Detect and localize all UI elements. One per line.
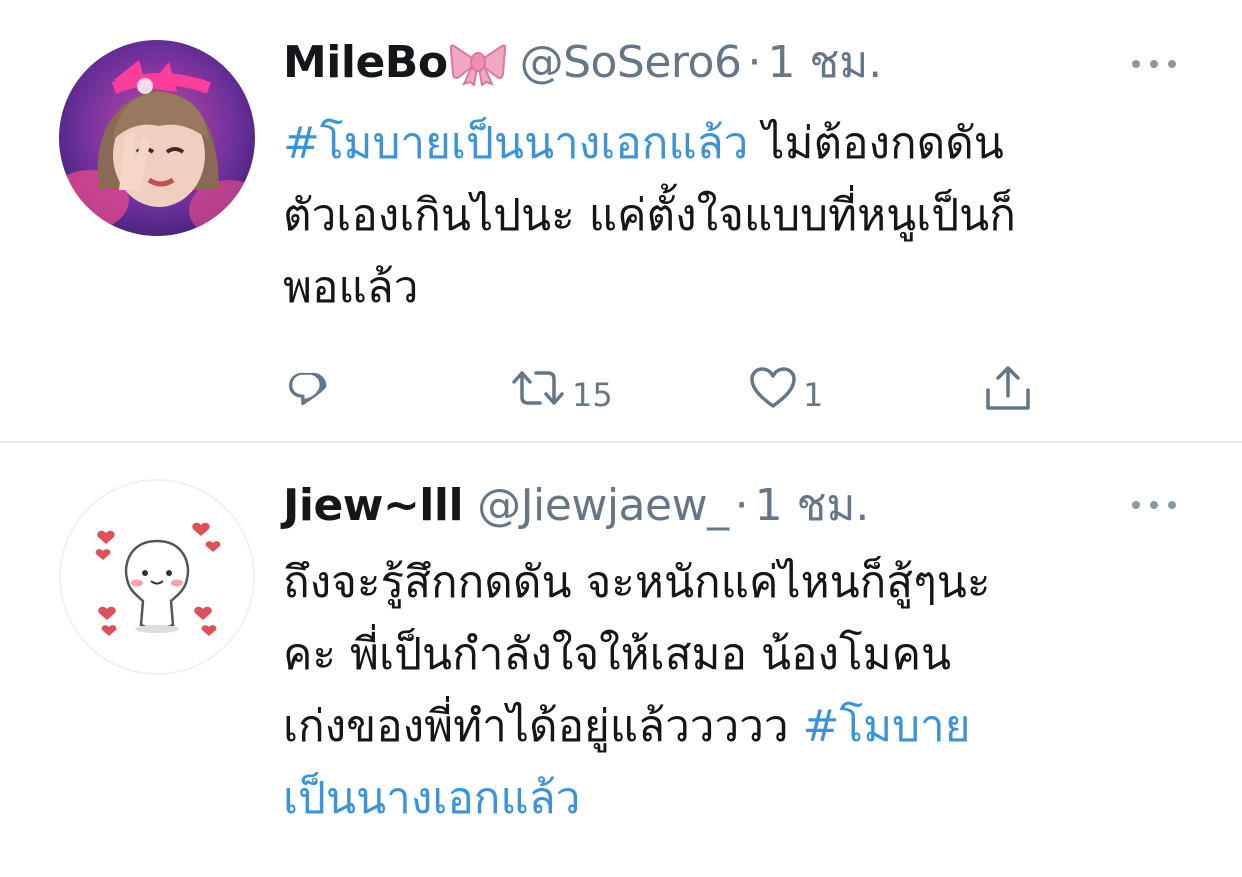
hashtag-link[interactable]: เป็นนางเอกแล้ว — [283, 763, 1183, 835]
tweet-text-line: คะ พี่เป็นกำลังใจให้เสมอ น้องโมคน — [283, 629, 952, 680]
avatar[interactable] — [59, 479, 255, 675]
timestamp[interactable]: 1 ชม. — [755, 470, 870, 540]
avatar-photo — [61, 481, 253, 673]
more-horizontal-icon[interactable] — [1132, 498, 1176, 512]
handle[interactable]: @Jiewjaew_ — [477, 480, 729, 531]
tweet-text: ถึงจะรู้สึกกดดัน จะหนักแค่ไหนก็สู้ๆนะ คะ… — [283, 547, 1183, 835]
tweet-text-line: เก่งของพี่ทำได้อยู่แล้ววววว #โมบาย — [283, 701, 971, 752]
tweet-header: Jiew~lll @Jiewjaew_ · 1 ชม. — [283, 475, 869, 535]
tweet[interactable]: Jiew~lll @Jiewjaew_ · 1 ชม. ถึงจะรู้สึกก… — [0, 0, 1242, 877]
display-name[interactable]: Jiew~lll — [283, 480, 464, 531]
tweet-text-line: ถึงจะรู้สึกกดดัน จะหนักแค่ไหนก็สู้ๆนะ — [283, 557, 991, 608]
timeline: MileBo @SoSero6 · 1 ชม. #โมบายเป็นนางเอก… — [0, 0, 1242, 877]
separator: · — [734, 479, 749, 531]
hashtag-link[interactable]: #โมบาย — [803, 701, 971, 752]
